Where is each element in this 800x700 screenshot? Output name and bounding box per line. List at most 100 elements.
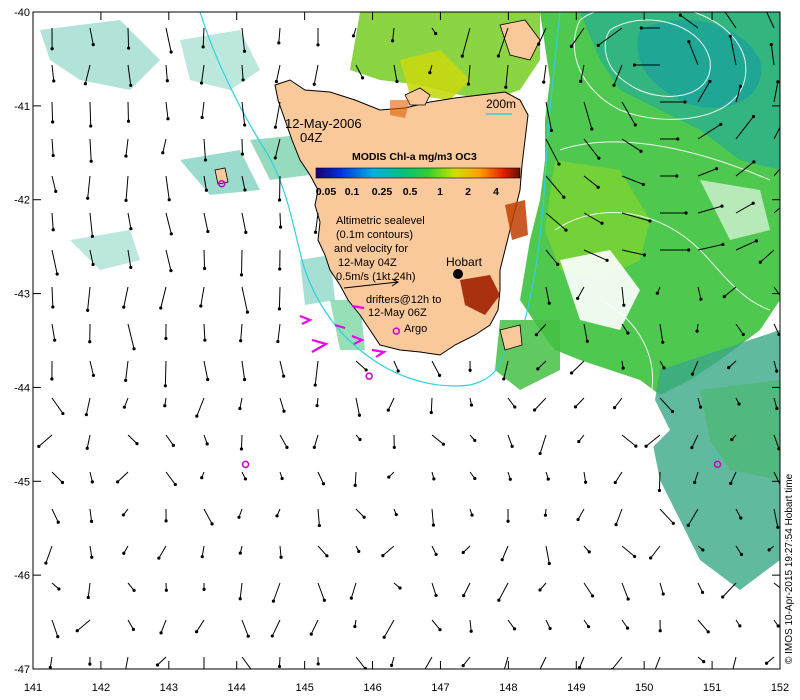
velocity-arrow-head [576,517,580,522]
velocity-arrow-head [75,629,79,633]
velocity-arrow-head [700,590,705,594]
velocity-arrow [51,101,54,122]
velocity-arrow-head [171,443,175,447]
velocity-arrow-head [690,445,694,450]
velocity-arrow-head [243,123,247,127]
velocity-arrow-head [622,303,626,307]
contour-scale-label: 200m [486,97,516,111]
velocity-arrow-head [316,43,320,47]
velocity-arrow-head [88,662,92,666]
velocity-arrow-head [721,7,724,10]
velocity-arrow-head [396,369,400,373]
colorbar-tick-label: 0.5 [403,186,418,198]
velocity-arrow-head [702,660,706,664]
velocity-arrow-head [642,253,647,257]
velocity-arrow-head [238,406,242,411]
date-label: 12-May-2006 [285,116,362,131]
velocity-arrow-head [84,413,88,417]
velocity-arrow-head [687,248,691,252]
velocity-arrow-head [91,43,95,47]
velocity-arrow-head [644,444,648,448]
velocity-arrow-head [277,198,282,202]
velocity-arrow-head [126,119,131,123]
altimetry-line-4: 12-May 04Z [338,257,397,269]
velocity-arrow-head [349,596,353,600]
velocity-arrow-head [556,262,560,267]
velocity-arrow-head [322,598,326,602]
velocity-arrow-head [271,599,276,603]
velocity-arrow-head [513,405,517,409]
velocity-arrow-head [325,554,329,558]
velocity-arrow-head [621,366,625,370]
velocity-arrow-head [206,229,210,234]
velocity-arrow-head [536,672,539,675]
velocity-arrow-head [357,413,362,417]
velocity-arrow-head [279,555,283,559]
velocity-arrow-head [270,634,274,638]
velocity-arrow-head [252,670,255,673]
lon-tick-label: 145 [295,682,313,694]
velocity-arrow-head [312,82,316,86]
velocity-arrow-head [751,201,755,205]
colorbar-tick-label: 4 [493,186,499,198]
velocity-arrow-head [122,405,126,409]
velocity-arrow-head [584,480,588,484]
velocity-arrow-head [562,195,566,199]
velocity-arrow-head [626,331,630,335]
velocity-arrow-head [129,227,133,231]
velocity-arrow-head [767,548,771,552]
velocity-arrow-head [662,366,666,370]
lon-tick-label: 151 [703,682,721,694]
velocity-arrow-head [684,211,688,215]
velocity-arrow-head [730,438,734,442]
velocity-arrow-head [167,198,171,202]
velocity-arrow-head [242,49,247,53]
velocity-arrow-head [461,550,465,555]
velocity-arrow-head [282,409,286,413]
velocity-arrow-head [634,444,638,448]
velocity-arrow-head [633,554,637,559]
velocity-arrow-head [605,258,609,262]
velocity-arrow-head [613,480,617,485]
velocity-arrow-head [57,587,61,591]
colorbar-tick-label: 0.25 [372,186,393,198]
velocity-arrow-head [398,586,402,590]
drifters-line-1: drifters@12h to [366,294,441,306]
velocity-arrow-head [538,451,542,456]
velocity-arrow-head [632,63,637,67]
velocity-arrow-head [155,663,160,667]
velocity-arrow-head [549,128,554,133]
velocity-arrow-head [316,662,320,666]
velocity-arrow-head [751,114,756,119]
velocity-arrow-head [195,414,199,418]
velocity-arrow-head [639,149,643,153]
velocity-arrow-head [752,160,756,164]
lon-tick-label: 147 [431,682,449,694]
velocity-arrow-head [312,445,316,449]
lon-tick-label: 149 [567,682,585,694]
velocity-arrow-head [738,624,742,628]
velocity-arrow-head [238,551,242,555]
velocity-arrow-head [157,556,161,560]
velocity-arrow-head [596,185,600,189]
velocity-arrow-head [86,595,90,600]
velocity-arrow-head [89,159,93,163]
velocity-arrow-head [86,196,90,200]
velocity-arrow-head [741,332,745,337]
velocity-arrow-head [431,523,436,527]
velocity-arrow-head [53,338,57,342]
velocity-arrow-head [351,34,356,38]
velocity-arrow-head [502,377,506,381]
velocity-arrow-head [670,409,675,414]
velocity-arrow-head [237,515,241,519]
velocity-arrow-head [651,674,654,677]
velocity-arrow-head [695,329,699,333]
velocity-arrow-head [573,405,578,409]
velocity-arrow-head [432,477,436,481]
lat-tick-label: -42 [14,195,30,207]
velocity-arrow-head [90,480,94,484]
velocity-arrow-head [205,442,209,446]
lat-tick-label: -40 [14,7,30,19]
velocity-arrow-head [469,629,473,633]
colorbar-title: MODIS Chl-a mg/m3 OC3 [352,151,477,163]
